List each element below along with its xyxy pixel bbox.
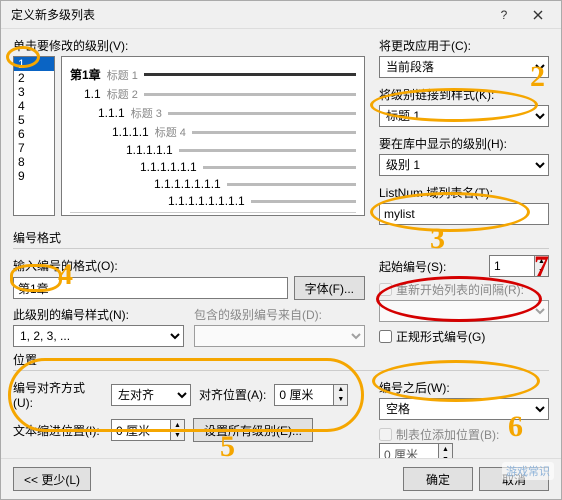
align-at-spinner[interactable]: ▲▼ xyxy=(274,384,348,406)
link-style-label: 将级别链接到样式(K): xyxy=(379,86,549,103)
position-group-label: 位置 xyxy=(13,351,549,368)
num-style-select[interactable]: 1, 2, 3, ... xyxy=(13,325,184,347)
level-item[interactable]: 5 xyxy=(14,113,54,127)
tab-after-check: 制表位添加位置(B): xyxy=(379,426,549,443)
watermark: 游戏常识 xyxy=(502,462,554,480)
click-level-label: 单击要修改的级别(V): xyxy=(13,37,365,54)
restart-after-check: 重新开始列表的间隔(R): xyxy=(379,281,549,298)
dialog-title: 定义新多级列表 xyxy=(11,6,487,23)
define-multilevel-list-dialog: 定义新多级列表 ? 单击要修改的级别(V): 123456789 第1章标题 1… xyxy=(0,0,562,500)
level-listbox[interactable]: 123456789 xyxy=(13,56,55,216)
format-group-label: 编号格式 xyxy=(13,229,549,246)
include-prev-label: 包含的级别编号来自(D): xyxy=(194,306,365,323)
start-at-input[interactable] xyxy=(489,255,535,277)
format-input[interactable] xyxy=(13,277,288,299)
align-at-input[interactable] xyxy=(274,384,334,406)
spin-down-icon[interactable]: ▼ xyxy=(535,266,548,276)
ok-button[interactable]: 确定 xyxy=(403,467,473,491)
level-item[interactable]: 3 xyxy=(14,85,54,99)
level-item[interactable]: 8 xyxy=(14,155,54,169)
level-item[interactable]: 2 xyxy=(14,71,54,85)
gallery-level-label: 要在库中显示的级别(H): xyxy=(379,135,549,152)
listnum-label: ListNum 域列表名(T): xyxy=(379,184,549,201)
level-item[interactable]: 6 xyxy=(14,127,54,141)
link-style-select[interactable]: 标题 1 xyxy=(379,105,549,127)
less-button[interactable]: << 更少(L) xyxy=(13,467,91,491)
num-style-label: 此级别的编号样式(N): xyxy=(13,306,184,323)
font-button[interactable]: 字体(F)... xyxy=(294,276,365,300)
listnum-input[interactable] xyxy=(379,203,549,225)
start-at-spinner[interactable]: ▲▼ xyxy=(489,255,549,277)
followed-by-label: 编号之后(W): xyxy=(379,379,549,396)
level-item[interactable]: 4 xyxy=(14,99,54,113)
restart-after-select xyxy=(379,300,549,322)
align-select[interactable]: 左对齐 xyxy=(111,384,191,406)
level-item[interactable]: 7 xyxy=(14,141,54,155)
apply-to-label: 将更改应用于(C): xyxy=(379,37,549,54)
legal-check[interactable]: 正规形式编号(G) xyxy=(379,328,549,345)
followed-by-select[interactable]: 空格 xyxy=(379,398,549,420)
set-all-levels-button[interactable]: 设置所有级别(E)... xyxy=(193,418,313,442)
align-label: 编号对齐方式(U): xyxy=(13,379,103,410)
indent-at-label: 文本缩进位置(I): xyxy=(13,422,103,439)
enter-format-label: 输入编号的格式(O): xyxy=(13,257,365,274)
apply-to-select[interactable]: 当前段落 xyxy=(379,56,549,78)
start-at-label: 起始编号(S): xyxy=(379,258,483,275)
include-prev-select xyxy=(194,325,365,347)
help-button[interactable]: ? xyxy=(487,4,521,26)
gallery-level-select[interactable]: 级别 1 xyxy=(379,154,549,176)
close-button[interactable] xyxy=(521,4,555,26)
preview-pane: 第1章标题 11.1标题 21.1.1标题 31.1.1.1标题 41.1.1.… xyxy=(61,56,365,216)
dialog-footer: << 更少(L) 确定 取消 xyxy=(1,458,561,499)
tab-pos-spinner: ▲▼ xyxy=(379,443,549,458)
indent-at-input[interactable] xyxy=(111,419,171,441)
level-item[interactable]: 9 xyxy=(14,169,54,183)
spin-up-icon[interactable]: ▲ xyxy=(535,256,548,266)
close-icon xyxy=(533,10,543,20)
titlebar: 定义新多级列表 ? xyxy=(1,1,561,29)
align-at-label: 对齐位置(A): xyxy=(199,386,266,403)
indent-at-spinner[interactable]: ▲▼ xyxy=(111,419,185,441)
tab-pos-input xyxy=(379,443,439,458)
level-item[interactable]: 1 xyxy=(14,57,54,71)
